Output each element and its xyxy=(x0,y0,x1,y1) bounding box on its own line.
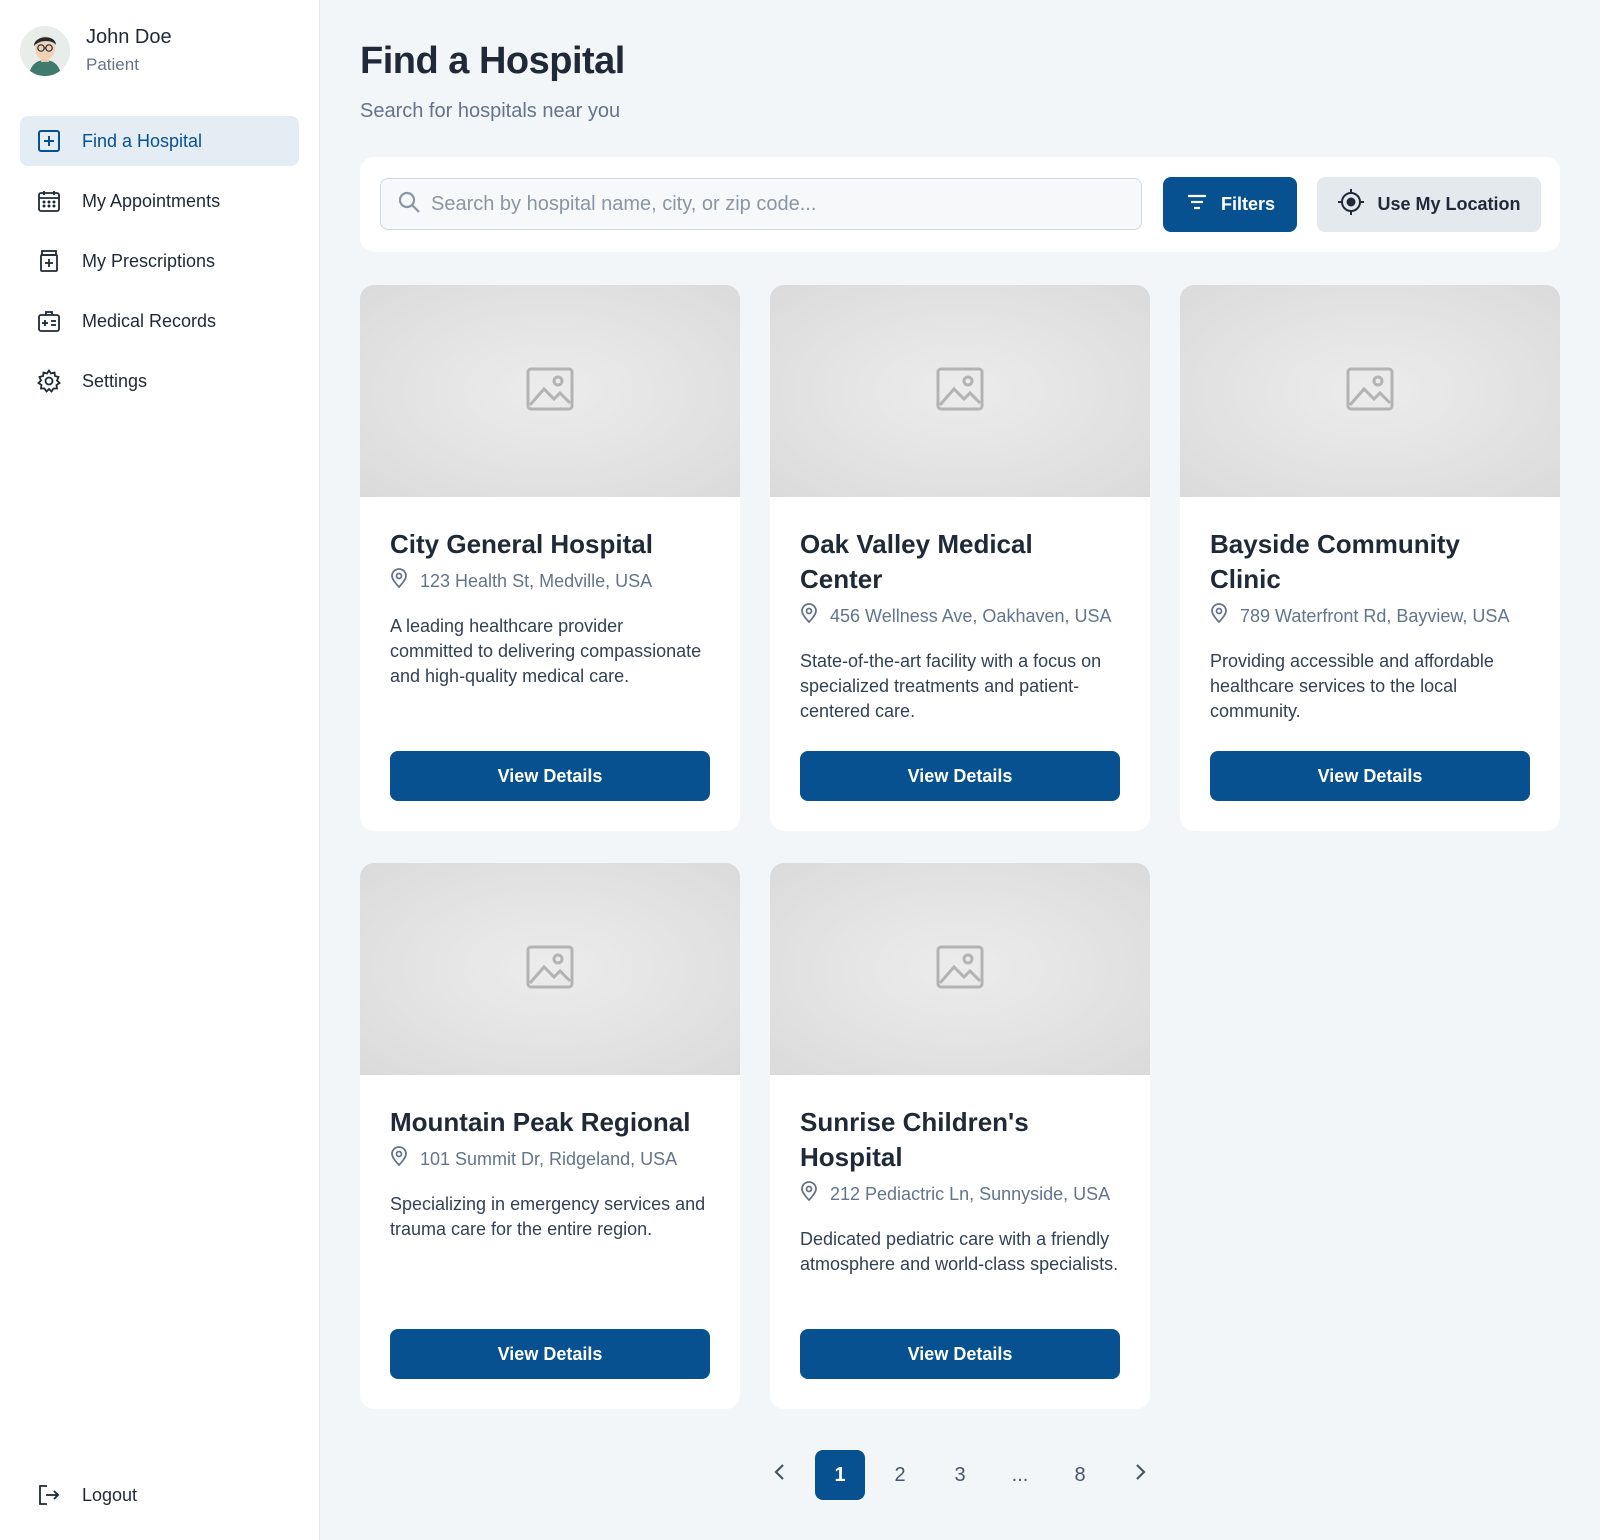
hospital-address: 212 Pediactric Ln, Sunnyside, USA xyxy=(830,1184,1111,1204)
sidebar-item-label: My Prescriptions xyxy=(82,250,216,271)
hospital-address: 123 Health St, Medville, USA xyxy=(420,571,653,591)
hospital-name[interactable]: Oak Valley Medical Center xyxy=(800,527,1120,597)
sidebar-item-label: Find a Hospital xyxy=(82,130,203,151)
medical-records-icon xyxy=(36,308,62,334)
map-pin-icon xyxy=(1210,603,1228,629)
hospital-image-placeholder xyxy=(1180,285,1560,497)
hospital-card: City General Hospital 123 Health St, Med… xyxy=(360,285,740,831)
search-input[interactable] xyxy=(431,192,1111,216)
pagination-next-button[interactable] xyxy=(1115,1450,1165,1500)
user-name: John Doe xyxy=(86,26,172,48)
hospital-card: Bayside Community Clinic 789 Waterfront … xyxy=(1180,285,1560,831)
hospital-description: Dedicated pediatric care with a friendly… xyxy=(800,1229,1119,1274)
chevron-left-icon xyxy=(773,1463,787,1487)
view-details-button[interactable]: View Details xyxy=(390,1329,710,1379)
hospital-address: 456 Wellness Ave, Oakhaven, USA xyxy=(830,606,1112,626)
logout-icon xyxy=(36,1482,62,1508)
sidebar: John Doe Patient Find a Hospital My Appo… xyxy=(0,0,320,1540)
map-pin-icon xyxy=(800,1181,818,1207)
pagination-page-1[interactable]: 1 xyxy=(815,1450,865,1500)
search-icon xyxy=(397,190,421,219)
image-placeholder-icon xyxy=(1346,367,1394,416)
hospital-name[interactable]: Sunrise Children's Hospital xyxy=(800,1105,1120,1175)
hospital-image-placeholder xyxy=(770,285,1150,497)
hospital-description: Specializing in emergency services and t… xyxy=(390,1194,706,1239)
sidebar-item-label: Settings xyxy=(82,370,148,391)
pagination-page-3[interactable]: 3 xyxy=(935,1450,985,1500)
pagination: 1 2 3 ... 8 xyxy=(360,1450,1560,1500)
user-role: Patient xyxy=(86,55,139,74)
view-details-button[interactable]: View Details xyxy=(1210,751,1530,801)
pagination-prev-button[interactable] xyxy=(755,1450,805,1500)
filters-label: Filters xyxy=(1220,194,1276,214)
hospital-description: A leading healthcare provider committed … xyxy=(390,616,702,686)
image-placeholder-icon xyxy=(936,367,984,416)
hospital-address: 789 Waterfront Rd, Bayview, USA xyxy=(1240,606,1510,626)
hospital-card: Oak Valley Medical Center 456 Wellness A… xyxy=(770,285,1150,831)
avatar xyxy=(20,26,70,76)
hospital-name[interactable]: City General Hospital xyxy=(390,527,710,562)
hospital-plus-icon xyxy=(36,128,62,154)
hospital-description: Providing accessible and affordable heal… xyxy=(1210,651,1494,721)
use-my-location-button[interactable]: Use My Location xyxy=(1317,177,1541,232)
sidebar-item-label: My Appointments xyxy=(82,190,221,211)
hospital-image-placeholder xyxy=(770,863,1150,1075)
image-placeholder-icon xyxy=(936,945,984,994)
calendar-icon xyxy=(36,188,62,214)
filter-icon xyxy=(1185,190,1209,219)
logout-label: Logout xyxy=(82,1484,138,1505)
hospital-image-placeholder xyxy=(360,863,740,1075)
pagination-page-2[interactable]: 2 xyxy=(875,1450,925,1500)
hospital-address: 101 Summit Dr, Ridgeland, USA xyxy=(420,1149,678,1169)
pagination-ellipsis: ... xyxy=(1011,1463,1029,1486)
filters-button[interactable]: Filters xyxy=(1163,177,1297,232)
gear-icon xyxy=(36,368,62,394)
sidebar-item-my-prescriptions[interactable]: My Prescriptions xyxy=(20,236,299,286)
image-placeholder-icon xyxy=(526,945,574,994)
hospital-name[interactable]: Mountain Peak Regional xyxy=(390,1105,710,1140)
search-box[interactable] xyxy=(380,178,1142,230)
page-title: Find a Hospital xyxy=(360,40,625,82)
hospital-name[interactable]: Bayside Community Clinic xyxy=(1210,527,1530,597)
view-details-button[interactable]: View Details xyxy=(800,1329,1120,1379)
image-placeholder-icon xyxy=(526,367,574,416)
sidebar-item-medical-records[interactable]: Medical Records xyxy=(20,296,299,346)
pagination-page-8[interactable]: 8 xyxy=(1055,1450,1105,1500)
prescription-icon xyxy=(36,248,62,274)
hospital-card: Mountain Peak Regional 101 Summit Dr, Ri… xyxy=(360,863,740,1409)
sidebar-nav: Find a Hospital My Appointments My Presc… xyxy=(20,116,299,416)
map-pin-icon xyxy=(390,568,408,594)
location-target-icon xyxy=(1337,188,1365,221)
hospital-card: Sunrise Children's Hospital 212 Pediactr… xyxy=(770,863,1150,1409)
map-pin-icon xyxy=(800,603,818,629)
search-bar-card: Filters Use My Location xyxy=(360,157,1560,252)
sidebar-item-my-appointments[interactable]: My Appointments xyxy=(20,176,299,226)
map-pin-icon xyxy=(390,1146,408,1172)
view-details-button[interactable]: View Details xyxy=(390,751,710,801)
chevron-right-icon xyxy=(1133,1463,1147,1487)
logout-button[interactable]: Logout xyxy=(20,1470,299,1520)
sidebar-item-label: Medical Records xyxy=(82,310,217,331)
page-subtitle: Search for hospitals near you xyxy=(360,100,621,122)
sidebar-item-settings[interactable]: Settings xyxy=(20,356,299,406)
hospital-description: State-of-the-art facility with a focus o… xyxy=(800,651,1102,721)
user-profile[interactable]: John Doe Patient xyxy=(20,24,172,78)
sidebar-item-find-a-hospital[interactable]: Find a Hospital xyxy=(20,116,299,166)
use-my-location-label: Use My Location xyxy=(1377,194,1521,214)
hospital-image-placeholder xyxy=(360,285,740,497)
view-details-button[interactable]: View Details xyxy=(800,751,1120,801)
logout-area: Logout xyxy=(20,1470,299,1520)
